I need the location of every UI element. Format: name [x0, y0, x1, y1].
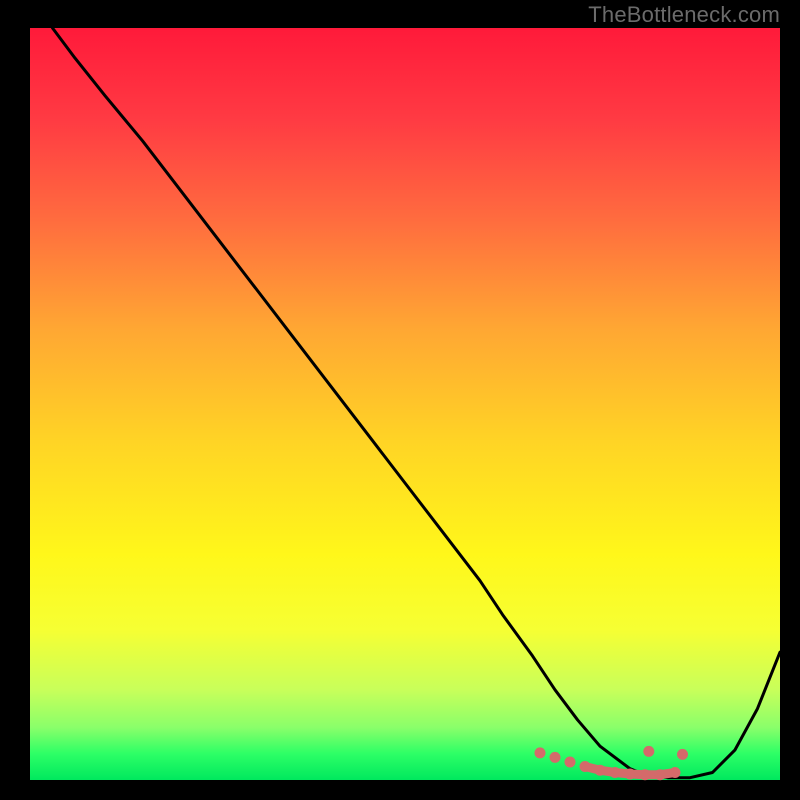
highlight-point [643, 746, 654, 757]
highlight-point [565, 757, 576, 768]
highlight-point [595, 765, 606, 776]
highlight-point [640, 769, 651, 780]
watermark-label: TheBottleneck.com [588, 2, 780, 28]
highlight-point [655, 769, 666, 780]
chart-container: TheBottleneck.com [0, 0, 800, 800]
bottleneck-chart [0, 0, 800, 800]
highlight-point [580, 761, 591, 772]
highlight-point [677, 749, 688, 760]
highlight-point [550, 752, 561, 763]
highlight-point [535, 747, 546, 758]
highlight-point [625, 769, 636, 780]
highlight-point [610, 767, 621, 778]
highlight-point [670, 767, 681, 778]
